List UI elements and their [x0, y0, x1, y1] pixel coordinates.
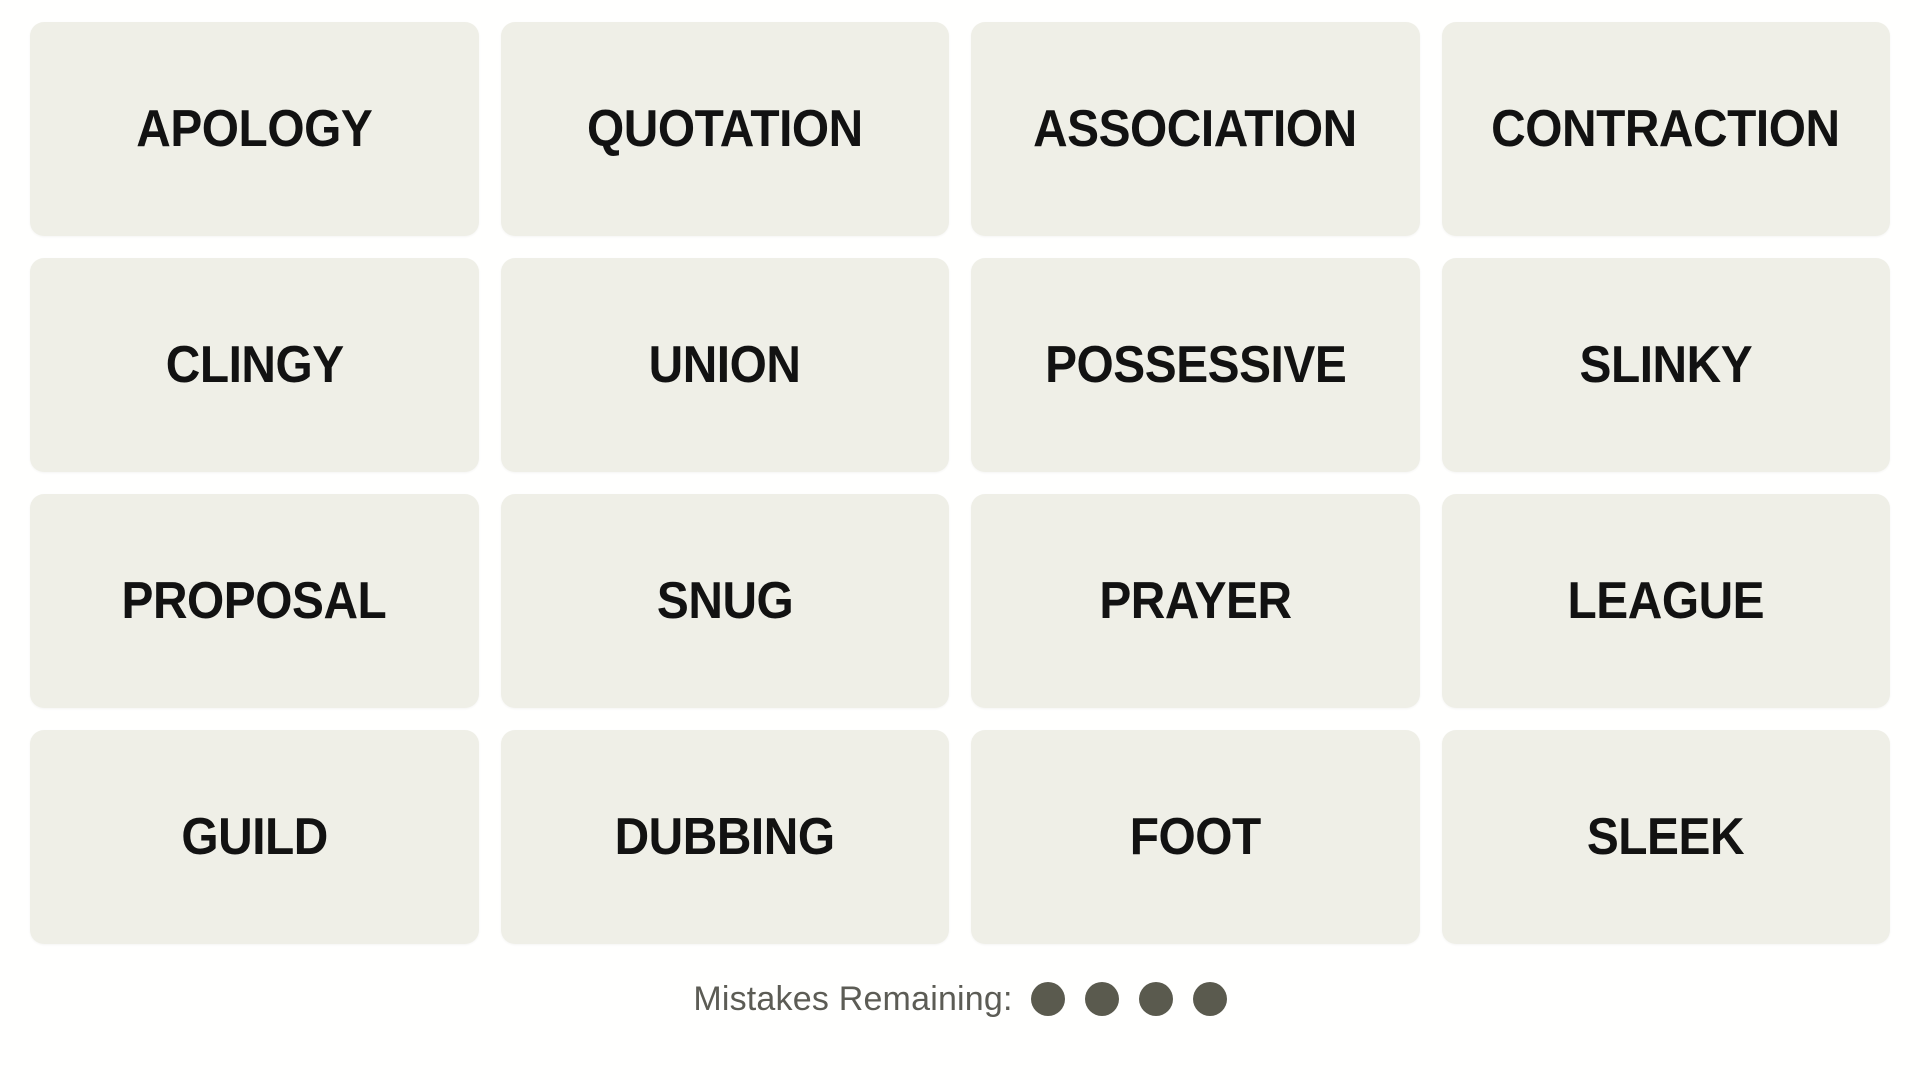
word-tile-grid: APOLOGY QUOTATION ASSOCIATION CONTRACTION CL… — [30, 22, 1890, 944]
word-tile[interactable]: PRAYER — [971, 494, 1420, 708]
mistake-dot — [1084, 982, 1119, 1016]
word-tile-label: DUBBING — [614, 808, 835, 866]
mistake-dot — [1030, 982, 1065, 1016]
word-tile[interactable]: SNUG — [500, 494, 949, 708]
word-tile-label: APOLOGY — [136, 100, 373, 158]
word-tile[interactable]: GUILD — [30, 730, 479, 944]
word-tile[interactable]: QUOTATION — [500, 22, 949, 236]
word-tile-label: FOOT — [1129, 808, 1261, 866]
word-tile-label: GUILD — [180, 808, 328, 866]
word-tile[interactable]: ASSOCIATION — [971, 22, 1420, 236]
word-tile[interactable]: CONTRACTION — [1441, 22, 1890, 236]
word-tile[interactable]: SLINKY — [1441, 258, 1890, 472]
mistakes-dot-group — [1030, 982, 1227, 1016]
word-tile[interactable]: UNION — [500, 258, 949, 472]
word-tile-label: SLINKY — [1579, 336, 1753, 394]
mistake-dot — [1138, 982, 1173, 1016]
word-tile[interactable]: FOOT — [971, 730, 1420, 944]
word-tile-label: POSSESSIVE — [1044, 336, 1347, 394]
word-tile-label: LEAGUE — [1567, 572, 1765, 630]
word-tile[interactable]: DUBBING — [500, 730, 949, 944]
word-tile-label: PRAYER — [1099, 572, 1292, 630]
connections-game-board: APOLOGY QUOTATION ASSOCIATION CONTRACTION CL… — [0, 0, 1920, 1080]
word-tile-label: UNION — [648, 336, 801, 394]
word-tile-label: QUOTATION — [586, 100, 863, 158]
word-tile-label: SLEEK — [1587, 808, 1745, 866]
word-tile-label: CLINGY — [165, 336, 344, 394]
word-tile-label: ASSOCIATION — [1033, 100, 1358, 158]
word-tile-label: PROPOSAL — [121, 572, 387, 630]
word-tile[interactable]: SLEEK — [1441, 730, 1890, 944]
word-tile[interactable]: CLINGY — [30, 258, 479, 472]
word-tile-label: CONTRACTION — [1491, 100, 1841, 158]
word-tile[interactable]: POSSESSIVE — [971, 258, 1420, 472]
word-tile[interactable]: APOLOGY — [30, 22, 479, 236]
mistake-dot — [1192, 982, 1227, 1016]
word-tile-label: SNUG — [656, 572, 794, 630]
word-tile[interactable]: LEAGUE — [1441, 494, 1890, 708]
mistakes-footer: Mistakes Remaining: — [0, 944, 1920, 1080]
word-tile[interactable]: PROPOSAL — [30, 494, 479, 708]
mistakes-remaining-label: Mistakes Remaining: — [693, 979, 1013, 1018]
